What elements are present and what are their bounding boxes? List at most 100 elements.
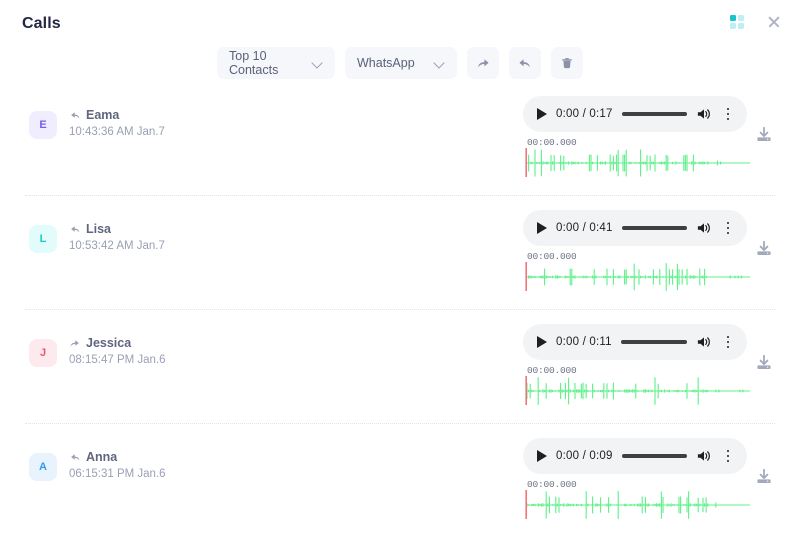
audio-player[interactable]: 0:00 / 0:11 [523,324,747,360]
contact-name-line: Eama [69,108,165,122]
waveform[interactable]: 00:00.000 [522,365,754,408]
avatar-initial: A [39,461,47,473]
apps-grid-cell [738,23,744,29]
play-icon[interactable] [537,108,547,120]
waveform[interactable]: 00:00.000 [522,251,754,294]
waveform[interactable]: 00:00.000 [522,137,754,180]
play-icon[interactable] [537,336,547,348]
download-icon[interactable] [755,354,773,372]
volume-icon[interactable] [696,221,712,235]
play-icon[interactable] [537,222,547,234]
kebab-dot [726,226,730,230]
contact-name: Anna [86,450,118,464]
contact-name-line: Lisa [69,222,165,236]
kebab-dot [726,221,730,225]
avatar: A [29,453,57,481]
contact-text: Eama 10:43:36 AM Jan.7 [69,108,165,138]
audio-player[interactable]: 0:00 / 0:41 [523,210,747,246]
delete-button[interactable] [551,47,583,79]
kebab-menu-icon[interactable] [721,334,735,350]
contact-name-line: Jessica [69,336,166,350]
volume-icon[interactable] [696,449,712,463]
download-icon[interactable] [755,468,773,486]
contact-name: Eama [86,108,120,122]
kebab-dot [726,345,730,349]
download-icon[interactable] [755,240,773,258]
kebab-dot [726,335,730,339]
filters-toolbar: Top 10 Contacts WhatsApp [0,44,800,82]
call-contact[interactable]: J Jessica 08:15:47 PM Jan.6 [29,336,166,367]
call-contact[interactable]: L Lisa 10:53:42 AM Jan.7 [29,222,165,253]
avatar-initial: J [39,347,47,359]
header-actions [730,14,782,30]
apps-grid-cell [738,15,744,21]
kebab-menu-icon[interactable] [721,220,735,236]
audio-progress-bar[interactable] [621,226,687,230]
avatar: L [29,225,57,253]
audio-progress-bar[interactable] [621,454,687,458]
waveform-canvas[interactable] [522,490,754,520]
kebab-dot [726,117,730,121]
audio-progress-bar[interactable] [620,340,687,344]
audio-player[interactable]: 0:00 / 0:17 [523,96,747,132]
reply-arrow-icon [519,59,530,68]
audio-timecode: 0:00 / 0:09 [556,450,613,462]
volume-icon[interactable] [696,107,712,121]
play-icon[interactable] [537,450,547,462]
incoming-call-arrow-icon [71,454,80,461]
apps-grid-icon[interactable] [730,15,744,29]
waveform-canvas[interactable] [522,148,754,178]
audio-timecode: 0:00 / 0:17 [556,108,613,120]
contacts-filter-dropdown[interactable]: Top 10 Contacts [217,47,335,79]
audio-progress-bar[interactable] [621,112,687,116]
audio-player-wrapper: 0:00 / 0:41 [523,210,747,246]
call-row[interactable]: L Lisa 10:53:42 AM Jan.7 0:00 / 0:41 00:00.0… [25,196,775,310]
waveform-canvas[interactable] [522,262,754,292]
reply-button[interactable] [509,47,541,79]
contact-name: Lisa [86,222,112,236]
contact-text: Jessica 08:15:47 PM Jan.6 [69,336,166,366]
incoming-call-arrow-icon [71,226,80,233]
kebab-dot [726,459,730,463]
waveform-canvas[interactable] [522,376,754,406]
call-timestamp: 10:53:42 AM Jan.7 [69,240,165,252]
kebab-dot [726,231,730,235]
close-icon[interactable] [766,14,782,30]
call-contact[interactable]: E Eama 10:43:36 AM Jan.7 [29,108,165,139]
kebab-menu-icon[interactable] [721,448,735,464]
waveform-start-label: 00:00.000 [527,365,577,376]
contact-text: Lisa 10:53:42 AM Jan.7 [69,222,165,252]
calls-list: E Eama 10:43:36 AM Jan.7 0:00 / 0:17 00:00.0… [0,82,800,538]
audio-player[interactable]: 0:00 / 0:09 [523,438,747,474]
call-timestamp: 06:15:31 PM Jan.6 [69,468,166,480]
source-filter-dropdown[interactable]: WhatsApp [345,47,457,79]
kebab-dot [726,340,730,344]
call-timestamp: 10:43:36 AM Jan.7 [69,126,165,138]
waveform[interactable]: 00:00.000 [522,479,754,522]
call-row[interactable]: J Jessica 08:15:47 PM Jan.6 0:00 / 0:11 00:0… [25,310,775,424]
avatar: J [29,339,57,367]
audio-player-wrapper: 0:00 / 0:11 [523,324,747,360]
source-filter-value: WhatsApp [357,56,415,70]
kebab-menu-icon[interactable] [721,106,735,122]
forward-button[interactable] [467,47,499,79]
contact-name: Jessica [86,336,132,350]
kebab-dot [726,449,730,453]
forward-arrow-icon [478,59,489,68]
chevron-down-icon [435,58,445,68]
waveform-start-label: 00:00.000 [527,137,577,148]
download-icon[interactable] [755,126,773,144]
volume-icon[interactable] [696,335,712,349]
call-timestamp: 08:15:47 PM Jan.6 [69,354,166,366]
call-contact[interactable]: A Anna 06:15:31 PM Jan.6 [29,450,166,481]
avatar-initial: E [39,119,47,131]
contact-name-line: Anna [69,450,166,464]
call-row[interactable]: A Anna 06:15:31 PM Jan.6 0:00 / 0:09 00:00.0… [25,424,775,538]
call-row[interactable]: E Eama 10:43:36 AM Jan.7 0:00 / 0:17 00:00.0… [25,82,775,196]
waveform-start-label: 00:00.000 [527,479,577,490]
trash-icon [562,58,572,69]
audio-player-wrapper: 0:00 / 0:09 [523,438,747,474]
waveform-start-label: 00:00.000 [527,251,577,262]
avatar: E [29,111,57,139]
outgoing-call-arrow-icon [70,340,79,347]
